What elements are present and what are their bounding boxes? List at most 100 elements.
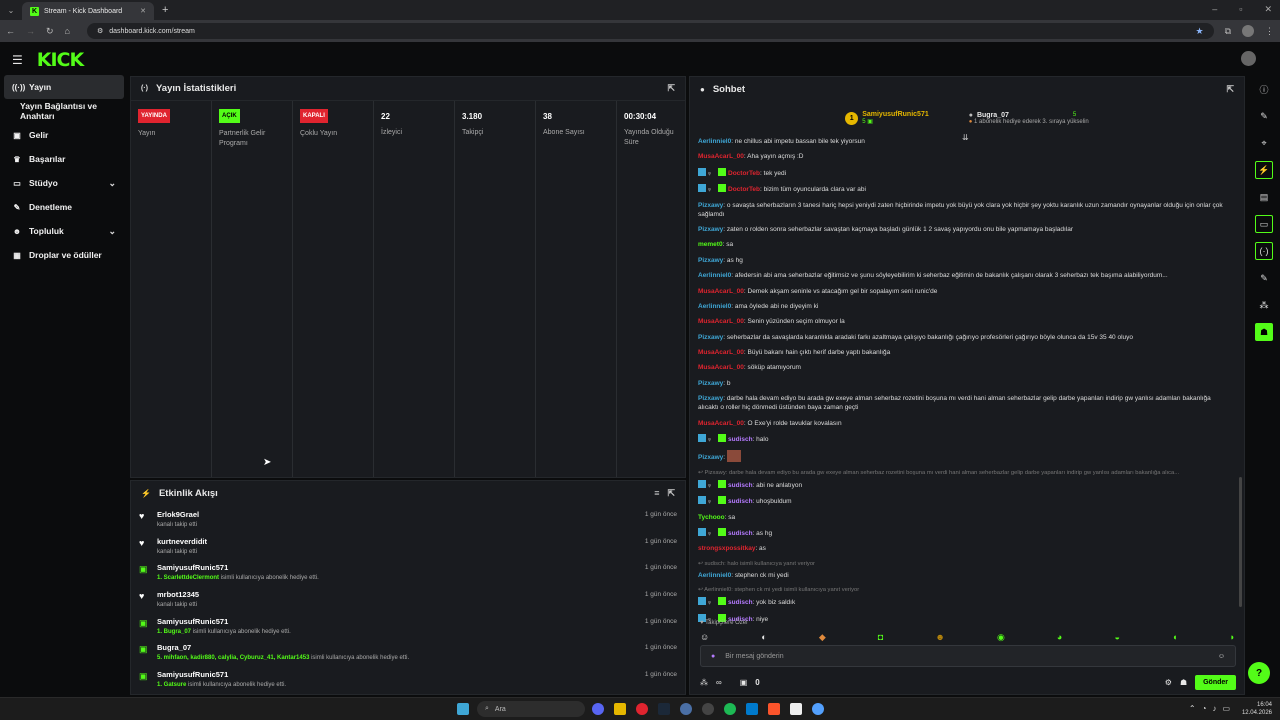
close-icon[interactable]: ✕ — [140, 7, 146, 15]
activity-user[interactable]: mrbot12345 — [157, 590, 199, 599]
emote-icon[interactable]: ◆ — [819, 632, 826, 643]
wifi-icon[interactable]: ◔ — [1202, 704, 1207, 713]
folder-icon[interactable] — [614, 703, 626, 715]
emote-icon[interactable]: ◕ — [1057, 632, 1062, 643]
send-button[interactable]: Gönder — [1195, 674, 1236, 690]
wrench-icon[interactable]: ✎ — [1255, 269, 1273, 287]
filter-icon[interactable]: ≡ — [654, 488, 659, 498]
chat-username[interactable]: Pizxawy — [698, 334, 723, 341]
sidebar-item-stream-key[interactable]: Yayın Bağlantısı ve Anahtarı — [0, 99, 128, 123]
leader-username[interactable]: Bugra_07 — [977, 112, 1009, 119]
settings-icon[interactable]: ⚙ — [1165, 678, 1172, 687]
profile-icon[interactable] — [1242, 25, 1254, 37]
sidebar-item-achievements[interactable]: ♛ Başarılar — [0, 147, 128, 171]
minimize-icon[interactable]: – — [1212, 4, 1217, 15]
vscode-icon[interactable] — [746, 703, 758, 715]
bot-icon[interactable]: ☗ — [1255, 323, 1273, 341]
taskbar-search[interactable]: ⌕ Ara — [477, 701, 585, 717]
reload-icon[interactable]: ↻ — [46, 26, 54, 37]
extensions-icon[interactable]: ⧉ — [1225, 26, 1231, 37]
bookmark-star-icon[interactable]: ★ — [1195, 26, 1203, 37]
chat-username[interactable]: MusaAcarL_00 — [698, 288, 744, 295]
chat-username[interactable]: Pizxawy — [698, 454, 723, 461]
github-icon[interactable] — [702, 703, 714, 715]
chat-username[interactable]: MusaAcarL_00 — [698, 153, 744, 160]
app-icon[interactable] — [680, 703, 692, 715]
tab-menu-icon[interactable]: ⌄ — [0, 6, 22, 15]
activity-user[interactable]: SamiyusufRunic571 — [157, 617, 291, 626]
sidebar-item-community[interactable]: ☻ Topluluk ⌄ — [0, 219, 128, 243]
window-close-icon[interactable]: ✕ — [1264, 4, 1272, 15]
chat-username[interactable]: Pizxawy — [698, 380, 723, 387]
discord-icon[interactable] — [592, 703, 604, 715]
spotify-icon[interactable] — [724, 703, 736, 715]
site-info-icon[interactable]: ⚙ — [97, 27, 103, 35]
url-field[interactable]: ⚙ dashboard.kick.com/stream ★ — [86, 23, 1214, 39]
points-icon[interactable]: ⁂ — [700, 678, 708, 687]
new-tab-icon[interactable]: + — [162, 4, 168, 16]
emoji-icon[interactable]: ☺ — [1218, 653, 1225, 660]
sidebar-item-drops[interactable]: ▦ Droplar ve ödüller — [0, 243, 128, 267]
activity-user[interactable]: kurtneverdidit — [157, 537, 207, 546]
chat-username[interactable]: MusaAcarL_00 — [698, 420, 744, 427]
people-icon[interactable]: ⁂ — [1255, 296, 1273, 314]
chat-username[interactable]: sudisch — [728, 498, 753, 505]
chat-username[interactable]: sudisch — [728, 482, 753, 489]
gift-icon[interactable]: ▣ — [740, 678, 748, 687]
chat-username[interactable]: Pizxawy — [698, 226, 723, 233]
sidebar-item-revenue[interactable]: ▣ Gelir — [0, 123, 128, 147]
chat-username[interactable]: sudisch — [728, 436, 753, 443]
leader-username[interactable]: SamiyusufRunic571 — [862, 111, 929, 118]
chrome-icon[interactable] — [636, 703, 648, 715]
sidebar-item-studio[interactable]: ▭ Stüdyo ⌄ — [0, 171, 128, 195]
emote-icon[interactable]: ☺ — [700, 632, 709, 643]
popout-icon[interactable]: ⇱ — [667, 83, 675, 94]
brave-icon[interactable] — [768, 703, 780, 715]
activity-user[interactable]: Bugra_07 — [157, 643, 409, 652]
chevron-down-icon[interactable]: ⌄ — [108, 226, 116, 237]
crosshair-icon[interactable]: ⌖ — [1255, 134, 1273, 152]
emote-icon[interactable]: ◒ — [1114, 632, 1119, 643]
chat-username[interactable]: MusaAcarL_00 — [698, 318, 744, 325]
speaker-icon[interactable]: ♪ — [1212, 704, 1216, 713]
start-icon[interactable] — [457, 703, 469, 715]
chat-username[interactable]: MusaAcarL_00 — [698, 349, 744, 356]
battery-icon[interactable]: ▭ — [1222, 704, 1230, 713]
chat-username[interactable]: Aerlinniel0 — [698, 138, 731, 145]
info-icon[interactable]: ⓘ — [1255, 80, 1273, 98]
chat-username[interactable]: Aerlinniel0 — [698, 272, 731, 279]
home-icon[interactable]: ⌂ — [65, 26, 70, 36]
forward-icon[interactable]: → — [26, 26, 35, 36]
emote-icon[interactable]: ◖ — [1172, 632, 1177, 643]
browser-menu-icon[interactable]: ⋮ — [1265, 26, 1274, 37]
chat-username[interactable]: Pizxawy — [698, 202, 723, 209]
bot-icon[interactable]: ☗ — [1180, 678, 1187, 687]
chat-username[interactable]: MusaAcarL_00 — [698, 364, 744, 371]
chat-username[interactable]: DoctorTeb — [728, 186, 760, 193]
emote-icon[interactable]: ◐ — [761, 632, 766, 643]
chrome-icon[interactable] — [812, 703, 824, 715]
chat-username[interactable]: sudisch — [728, 599, 753, 606]
document-icon[interactable]: ▤ — [1255, 188, 1273, 206]
maximize-icon[interactable]: ▫ — [1239, 4, 1242, 15]
edit-icon[interactable]: ✎ — [1255, 107, 1273, 125]
avatar[interactable] — [1241, 51, 1256, 66]
popout-icon[interactable]: ⇱ — [667, 488, 675, 499]
chat-bubble-icon[interactable]: ▭ — [1255, 215, 1273, 233]
steam-icon[interactable] — [658, 703, 670, 715]
popout-icon[interactable]: ⇱ — [1226, 84, 1234, 95]
browser-tab[interactable]: K Stream - Kick Dashboard ✕ — [22, 2, 154, 20]
chevron-down-icon[interactable]: ⌄ — [108, 178, 116, 189]
chevron-up-icon[interactable]: ⌃ — [1189, 704, 1196, 713]
activity-user[interactable]: SamiyusufRunic571 — [157, 563, 319, 572]
emote-icon[interactable]: ◗ — [1230, 632, 1235, 643]
clock[interactable]: 16:04 12.04.2026 — [1242, 701, 1272, 717]
sidebar-item-stream[interactable]: ((·)) Yayın — [4, 75, 124, 99]
sidebar-item-moderation[interactable]: ✎ Denetleme — [0, 195, 128, 219]
help-button[interactable]: ? — [1248, 662, 1270, 684]
chat-username[interactable]: Pizxawy — [698, 395, 723, 402]
chat-username[interactable]: memet0 — [698, 241, 723, 248]
broadcast-icon[interactable]: (·) — [1255, 242, 1273, 260]
chat-username[interactable]: sudisch — [728, 530, 753, 537]
notion-icon[interactable] — [790, 703, 802, 715]
